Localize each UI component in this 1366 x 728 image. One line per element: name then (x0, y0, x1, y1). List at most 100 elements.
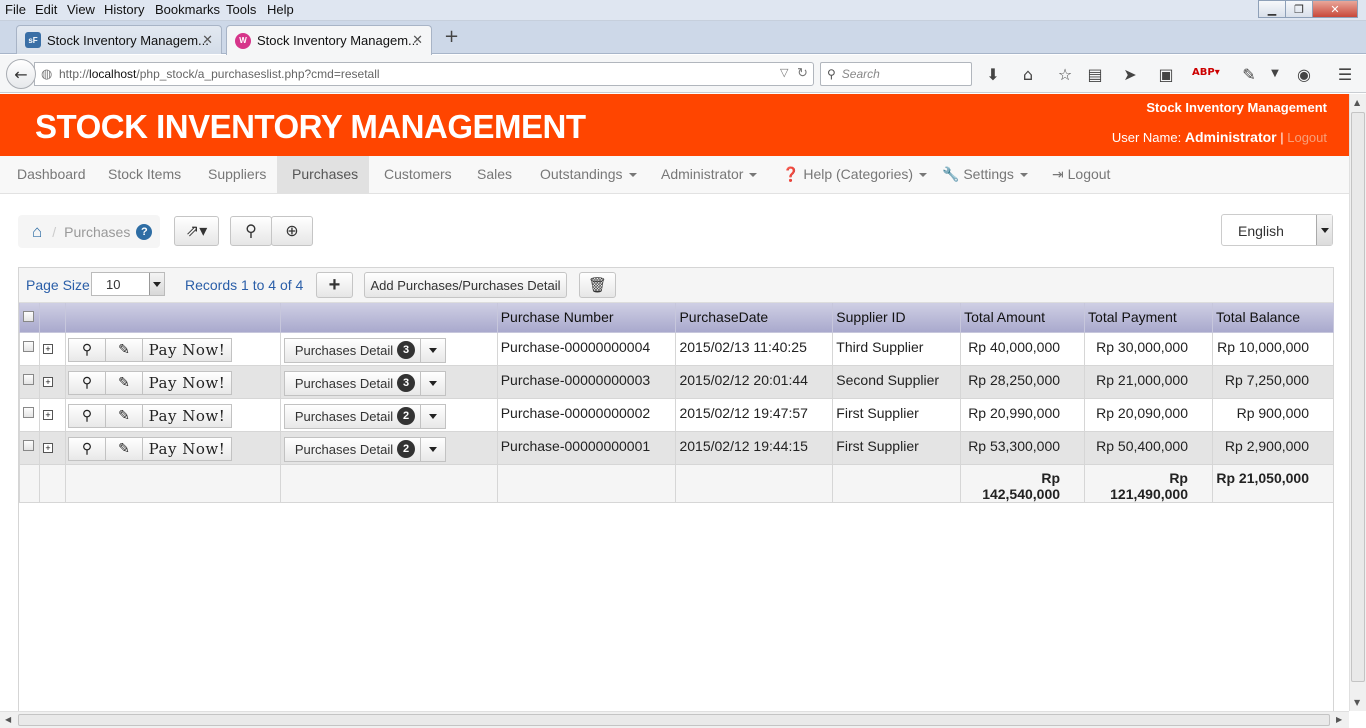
add-purchases-detail-button[interactable]: Add Purchases/Purchases Detail (364, 272, 567, 298)
nav-suppliers[interactable]: Suppliers (193, 156, 281, 194)
scroll-left-icon[interactable]: ◀ (5, 715, 11, 724)
tab-close-icon[interactable]: ✕ (202, 32, 213, 48)
detail-dropdown-button[interactable] (419, 370, 446, 396)
nav-outstandings[interactable]: Outstandings (525, 156, 652, 194)
horizontal-scroll-thumb[interactable] (18, 714, 1330, 726)
row-checkbox[interactable] (23, 340, 34, 352)
browser-tab-1[interactable]: sF Stock Inventory Managem... ✕ (16, 25, 222, 54)
back-button[interactable]: ← (6, 59, 36, 89)
nav-purchases[interactable]: Purchases (277, 156, 369, 194)
edit-button[interactable]: ✎ (104, 370, 143, 395)
scroll-down-icon[interactable]: ▼ (1354, 698, 1360, 707)
scroll-right-icon[interactable]: ▶ (1336, 715, 1342, 724)
browser-search-input[interactable]: ⚲ Search (820, 62, 972, 86)
nav-stock-items[interactable]: Stock Items (93, 156, 196, 194)
scroll-up-icon[interactable]: ▲ (1354, 98, 1360, 107)
expand-icon[interactable]: + (42, 409, 53, 420)
edit-button[interactable]: ✎ (104, 403, 143, 428)
nav-settings[interactable]: 🔧 Settings (927, 156, 1043, 194)
window-controls: ▁ ❐ ✕ (1258, 0, 1358, 19)
detail-dropdown-button[interactable] (419, 436, 446, 462)
url-bar[interactable]: ◍ http://localhost/php_stock/a_purchases… (34, 62, 814, 86)
menu-tools[interactable]: Tools (226, 2, 256, 17)
extension-icon[interactable]: ✎ (1238, 65, 1260, 84)
browser-tab-2[interactable]: W Stock Inventory Managem... ✕ (226, 25, 432, 55)
bookmark-star-icon[interactable]: ☆ (1054, 65, 1076, 84)
reading-list-icon[interactable]: ▤ (1084, 65, 1106, 84)
purchases-detail-button[interactable]: Purchases Detail 2 (283, 436, 421, 462)
minimize-icon[interactable]: ▁ (1258, 0, 1286, 18)
page-size-select[interactable]: 10 (91, 272, 165, 296)
nav-dashboard[interactable]: Dashboard (2, 156, 101, 194)
home-breadcrumb-icon[interactable]: ⌂ (32, 222, 42, 242)
menu-history[interactable]: History (104, 2, 144, 17)
pay-now-button[interactable]: Pay Now! (141, 337, 232, 362)
menu-edit[interactable]: Edit (35, 2, 57, 17)
header-logout-link[interactable]: Logout (1287, 130, 1327, 145)
pay-now-button[interactable]: Pay Now! (141, 370, 232, 395)
menu-help[interactable]: Help (267, 2, 294, 17)
export-button[interactable]: ⇗▾ (174, 216, 219, 246)
expand-icon[interactable]: + (42, 376, 53, 387)
pay-now-button[interactable]: Pay Now! (141, 403, 232, 428)
row-checkbox[interactable] (23, 439, 34, 451)
edit-button[interactable]: ✎ (104, 337, 143, 362)
nav-logout[interactable]: ⇥ Logout (1037, 156, 1125, 194)
col-purchase-date[interactable]: PurchaseDate (675, 303, 834, 333)
col-total-balance[interactable]: Total Balance (1211, 303, 1335, 333)
nav-administrator[interactable]: Administrator (646, 156, 772, 194)
menu-file[interactable]: File (5, 2, 26, 17)
breadcrumb: ⌂ / Purchases ? (18, 215, 160, 248)
expand-icon[interactable]: + (42, 343, 53, 354)
view-button[interactable]: ⚲ (67, 403, 106, 428)
pay-now-button[interactable]: Pay Now! (141, 436, 232, 461)
maximize-icon[interactable]: ❐ (1285, 0, 1313, 18)
col-supplier-id[interactable]: Supplier ID (832, 303, 962, 333)
expand-icon[interactable]: + (42, 442, 53, 453)
row-checkbox[interactable] (23, 373, 34, 385)
vertical-scrollbar[interactable]: ▲ ▼ (1349, 94, 1366, 711)
purchases-detail-button[interactable]: Purchases Detail 3 (283, 337, 421, 363)
cell-total-amount: Rp 40,000,000 (960, 331, 1086, 366)
extension-dropdown-icon[interactable]: ▼ (1264, 68, 1286, 79)
hamburger-menu-icon[interactable]: ☰ (1334, 65, 1356, 84)
help-icon[interactable]: ? (136, 223, 153, 240)
col-total-payment[interactable]: Total Payment (1084, 303, 1213, 333)
total-balance-sum: Rp 21,050,000 (1211, 463, 1335, 503)
detail-dropdown-button[interactable] (419, 403, 446, 429)
close-window-icon[interactable]: ✕ (1312, 0, 1358, 18)
nav-sales[interactable]: Sales (462, 156, 527, 194)
view-button[interactable]: ⚲ (67, 370, 106, 395)
reload-icon[interactable]: ↻ (797, 65, 808, 81)
sync-icon[interactable]: ◉ (1293, 65, 1315, 84)
col-total-amount[interactable]: Total Amount (960, 303, 1086, 333)
add-button[interactable]: + (316, 272, 353, 298)
detail-dropdown-button[interactable] (419, 337, 446, 363)
language-select[interactable]: English (1221, 214, 1333, 246)
purchases-detail-button[interactable]: Purchases Detail 2 (283, 403, 421, 429)
downloads-icon[interactable]: ⬇ (982, 65, 1004, 84)
edit-button[interactable]: ✎ (104, 436, 143, 461)
view-button[interactable]: ⚲ (67, 337, 106, 362)
col-purchase-number[interactable]: Purchase Number (496, 303, 677, 333)
nav-customers[interactable]: Customers (369, 156, 467, 194)
purchases-detail-button[interactable]: Purchases Detail 3 (283, 370, 421, 396)
new-tab-icon[interactable]: + (444, 26, 459, 47)
vertical-scroll-thumb[interactable] (1351, 112, 1365, 682)
home-icon[interactable]: ⌂ (1017, 65, 1039, 84)
row-checkbox[interactable] (23, 406, 34, 418)
menu-view[interactable]: View (67, 2, 95, 17)
select-all-checkbox[interactable] (23, 311, 34, 323)
url-dropdown-icon[interactable]: ▽ (780, 66, 788, 79)
save-page-icon[interactable]: ▣ (1155, 65, 1177, 84)
horizontal-scrollbar[interactable]: ◀ ▶ (0, 711, 1349, 728)
tab-close-icon[interactable]: ✕ (412, 32, 423, 48)
delete-button[interactable]: 🗑 (579, 272, 616, 298)
view-button[interactable]: ⚲ (67, 436, 106, 461)
adblock-icon[interactable]: ABP▾ (1192, 67, 1220, 78)
menu-bookmarks[interactable]: Bookmarks (155, 2, 220, 17)
search-button[interactable]: ⚲ (230, 216, 272, 246)
nav-help[interactable]: ❓ Help (Categories) (767, 156, 942, 194)
send-icon[interactable]: ➤ (1119, 65, 1141, 84)
advanced-search-button[interactable]: ⊕ (271, 216, 313, 246)
